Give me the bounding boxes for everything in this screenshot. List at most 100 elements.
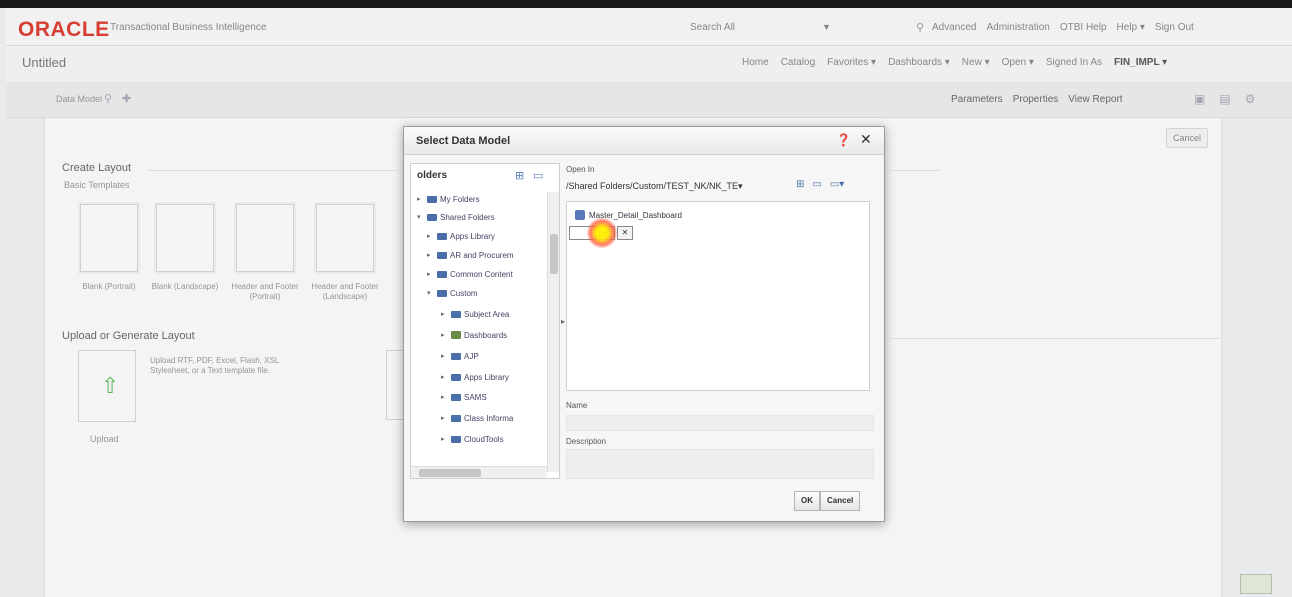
description-input[interactable] [566,449,874,479]
user-menu[interactable]: FIN_IMPL ▾ [1114,57,1167,68]
toolbar-icons: ▣ ▤ ⚙ [1194,92,1255,106]
nav-favorites[interactable]: Favorites ▾ [827,57,876,68]
otbi-help-link[interactable]: OTBI Help [1060,22,1107,33]
parameters-button[interactable]: Parameters [951,94,1003,105]
tree-item-custom[interactable]: ▾ Custom [427,286,478,300]
tree-vertical-scrollbar[interactable] [547,192,559,472]
data-model-icon [575,210,585,220]
divider [890,170,940,171]
search-icon[interactable]: ⚲ [104,92,112,105]
click-highlight [587,218,617,248]
app-bar: ORACLE Transactional Business Intelligen… [6,8,1292,46]
close-icon[interactable]: ✕ [860,131,872,148]
toggle-icon[interactable]: ▾ [427,289,434,297]
toggle-icon[interactable]: ▸ [427,251,434,259]
product-name: Transactional Business Intelligence [110,22,267,33]
pane-splitter-handle[interactable]: ▸ [561,317,565,326]
expand-tree-icon[interactable]: ⊞ [796,179,804,190]
toggle-icon[interactable]: ▸ [417,195,424,203]
tree-item-subject-area[interactable]: ▸ Subject Area [441,307,509,321]
oracle-logo: ORACLE [18,18,110,41]
template-blank-portrait[interactable] [80,204,138,272]
folder-up-icon[interactable]: ▭ [812,179,821,190]
screen-widget-icon [1240,574,1272,594]
tree-item-my-folders[interactable]: ▸ My Folders [417,192,480,206]
template-label: Header and Footer (Landscape) [311,282,379,301]
cancel-button[interactable]: Cancel [1166,128,1208,148]
search-icon[interactable]: ⚲ [916,21,924,34]
tree-item-apps-library[interactable]: ▸ Apps Library [427,229,495,243]
path-actions: ⊞ ▭ ▭▾ [796,179,844,190]
data-model-label: Data Model [56,94,103,104]
current-path[interactable]: /Shared Folders/Custom/TEST_NK/NK_TE▾ [566,181,743,192]
tree-item-apps-library-2[interactable]: ▸ Apps Library [441,370,509,384]
new-folder-icon[interactable]: ▭ [533,169,543,182]
template-blank-landscape[interactable] [156,204,214,272]
scrollbar-thumb[interactable] [419,469,481,477]
toggle-icon[interactable]: ▸ [441,373,448,381]
nav-new[interactable]: New ▾ [962,57,990,68]
tree-item-ajp[interactable]: ▸ AJP [441,349,479,363]
expand-tree-icon[interactable]: ⊞ [515,169,524,182]
dialog-footer: OK Cancel [794,491,861,511]
tree-item-shared-folders[interactable]: ▾ Shared Folders [417,210,495,224]
toggle-icon[interactable]: ▸ [427,270,434,278]
add-icon[interactable]: ✚ [122,92,131,105]
toggle-icon[interactable]: ▸ [441,393,448,401]
help-icon[interactable]: ❓ [836,133,851,147]
administration-link[interactable]: Administration [986,22,1049,33]
list-item[interactable]: Master_Detail_Dashboard [575,210,682,220]
toggle-icon[interactable]: ▾ [417,213,424,221]
toggle-icon[interactable]: ▸ [441,310,448,318]
nav-home[interactable]: Home [742,57,769,68]
toggle-icon[interactable]: ▸ [441,352,448,360]
properties-button[interactable]: Properties [1013,94,1059,105]
view-report-button[interactable]: View Report [1068,94,1122,105]
folder-icon [451,414,461,422]
tree-item-common-content[interactable]: ▸ Common Content [427,267,513,281]
scrollbar-thumb[interactable] [550,234,558,274]
name-label: Name [566,401,588,410]
signed-in-label: Signed In As [1045,57,1103,68]
tree-horizontal-scrollbar[interactable] [411,466,547,478]
template-header-footer-landscape[interactable] [316,204,374,272]
discard-button[interactable]: ✕ [617,226,633,240]
template-header-footer-portrait[interactable] [236,204,294,272]
tree-item-sams[interactable]: ▸ SAMS [441,390,487,404]
ok-button[interactable]: OK [794,491,820,511]
help-menu[interactable]: Help ▾ [1117,22,1145,33]
sign-out-link[interactable]: Sign Out [1155,22,1194,33]
name-input[interactable] [566,415,874,431]
page-title: Untitled [22,55,67,70]
nav-catalog[interactable]: Catalog [781,57,815,68]
toggle-icon[interactable]: ▸ [441,414,448,422]
global-nav: Home Catalog Favorites ▾ Dashboards ▾ Ne… [742,57,1167,68]
tree-item-dashboards[interactable]: ▸ Dashboards [441,328,507,342]
cancel-button[interactable]: Cancel [820,491,861,511]
advanced-link[interactable]: Advanced [932,22,976,33]
tree-item-ar-procurement[interactable]: ▸ AR and Procurem [427,248,514,262]
save-icon[interactable]: ▣ [1194,92,1205,106]
folder-icon [437,251,447,259]
toggle-icon[interactable]: ▸ [441,331,448,339]
tree-item-cloudtools[interactable]: ▸ CloudTools [441,432,504,446]
folder-icon [437,289,447,297]
toggle-icon[interactable]: ▸ [427,232,434,240]
template-label: Header and Footer (Portrait) [231,282,299,301]
folder-icon [451,373,461,381]
gear-icon[interactable]: ⚙ [1245,92,1256,106]
tree-item-class-informa[interactable]: ▸ Class Informa [441,411,513,425]
search-scope-select[interactable]: Search All [690,22,735,33]
tree-item-label: Subject Area [464,309,510,319]
toggle-icon[interactable]: ▸ [441,435,448,443]
upload-button[interactable]: ⇧ [78,350,136,422]
nav-open[interactable]: Open ▾ [1002,57,1034,68]
nav-dashboards[interactable]: Dashboards ▾ [888,57,950,68]
dialog-header: Select Data Model ❓ ✕ [404,127,884,155]
chevron-down-icon[interactable]: ▼ [822,22,831,32]
select-data-model-dialog: Select Data Model ❓ ✕ olders ⊞ ▭ ▸ My Fol… [403,126,885,522]
tree-item-label: Apps Library [464,372,509,382]
folder-icon [437,270,447,278]
new-folder-icon[interactable]: ▭▾ [830,179,844,190]
save-as-icon[interactable]: ▤ [1219,92,1230,106]
